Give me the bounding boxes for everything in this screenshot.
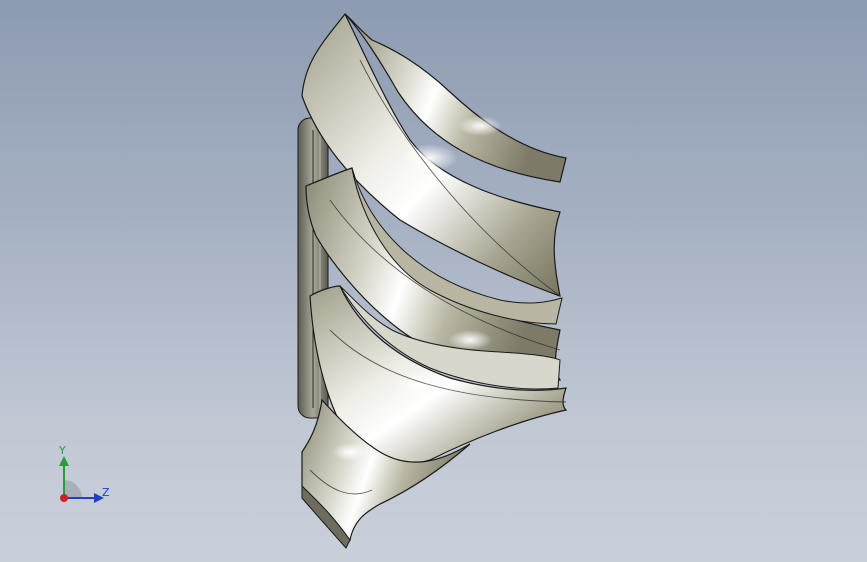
highlight-4 <box>448 330 492 350</box>
highlight-5 <box>332 443 368 461</box>
fan-impeller-model[interactable] <box>0 0 867 562</box>
triad-z-label: Z <box>102 486 110 499</box>
highlight-3 <box>394 373 446 397</box>
highlight-2 <box>458 116 502 136</box>
triad-graphic <box>59 456 104 503</box>
graphics-viewport[interactable]: Y Z <box>0 0 867 562</box>
orientation-triad[interactable]: Y Z <box>40 438 130 518</box>
highlight-1 <box>402 144 458 172</box>
triad-y-label: Y <box>59 444 66 457</box>
